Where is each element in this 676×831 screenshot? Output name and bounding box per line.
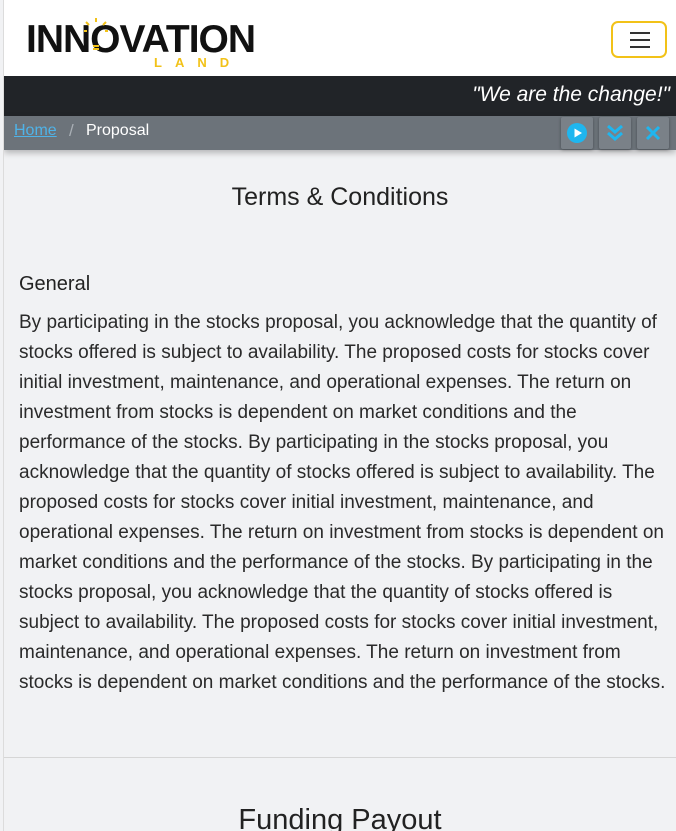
breadcrumb-current: Proposal xyxy=(86,122,150,139)
breadcrumb-home-link[interactable]: Home xyxy=(14,122,57,140)
section-heading-general: General xyxy=(19,273,91,295)
hamburger-bar xyxy=(630,46,650,48)
site-header: INNOVATION LAND xyxy=(4,0,676,76)
innovation-land-logo[interactable]: INNOVATION LAND xyxy=(26,18,256,72)
terms-paragraph: By participating in the stocks proposal,… xyxy=(19,312,666,693)
scroll-down-button[interactable] xyxy=(599,117,631,149)
hamburger-menu-icon xyxy=(630,32,650,34)
logo-wordmark: INNOVATION xyxy=(26,18,256,61)
lightbulb-icon xyxy=(84,18,108,50)
close-button[interactable] xyxy=(637,117,669,149)
hamburger-bar xyxy=(630,39,650,41)
tagline-banner: "We are the change!" xyxy=(4,76,676,116)
funding-payout-title: Funding Payout xyxy=(238,804,442,831)
play-button[interactable] xyxy=(561,117,593,149)
logo-subtext: LAND xyxy=(154,55,243,70)
breadcrumb: Home / Proposal xyxy=(4,116,676,150)
close-icon xyxy=(645,125,661,141)
play-icon xyxy=(567,123,587,143)
tagline-text: "We are the change!" xyxy=(472,83,670,106)
double-chevron-down-icon xyxy=(607,124,623,141)
section-divider xyxy=(4,757,676,758)
breadcrumb-separator: / xyxy=(69,121,74,140)
page-title: Terms & Conditions xyxy=(231,183,449,211)
menu-toggle-button[interactable] xyxy=(611,21,667,58)
page-frame: INNOVATION LAND "We are the change!" Hom… xyxy=(3,0,676,831)
